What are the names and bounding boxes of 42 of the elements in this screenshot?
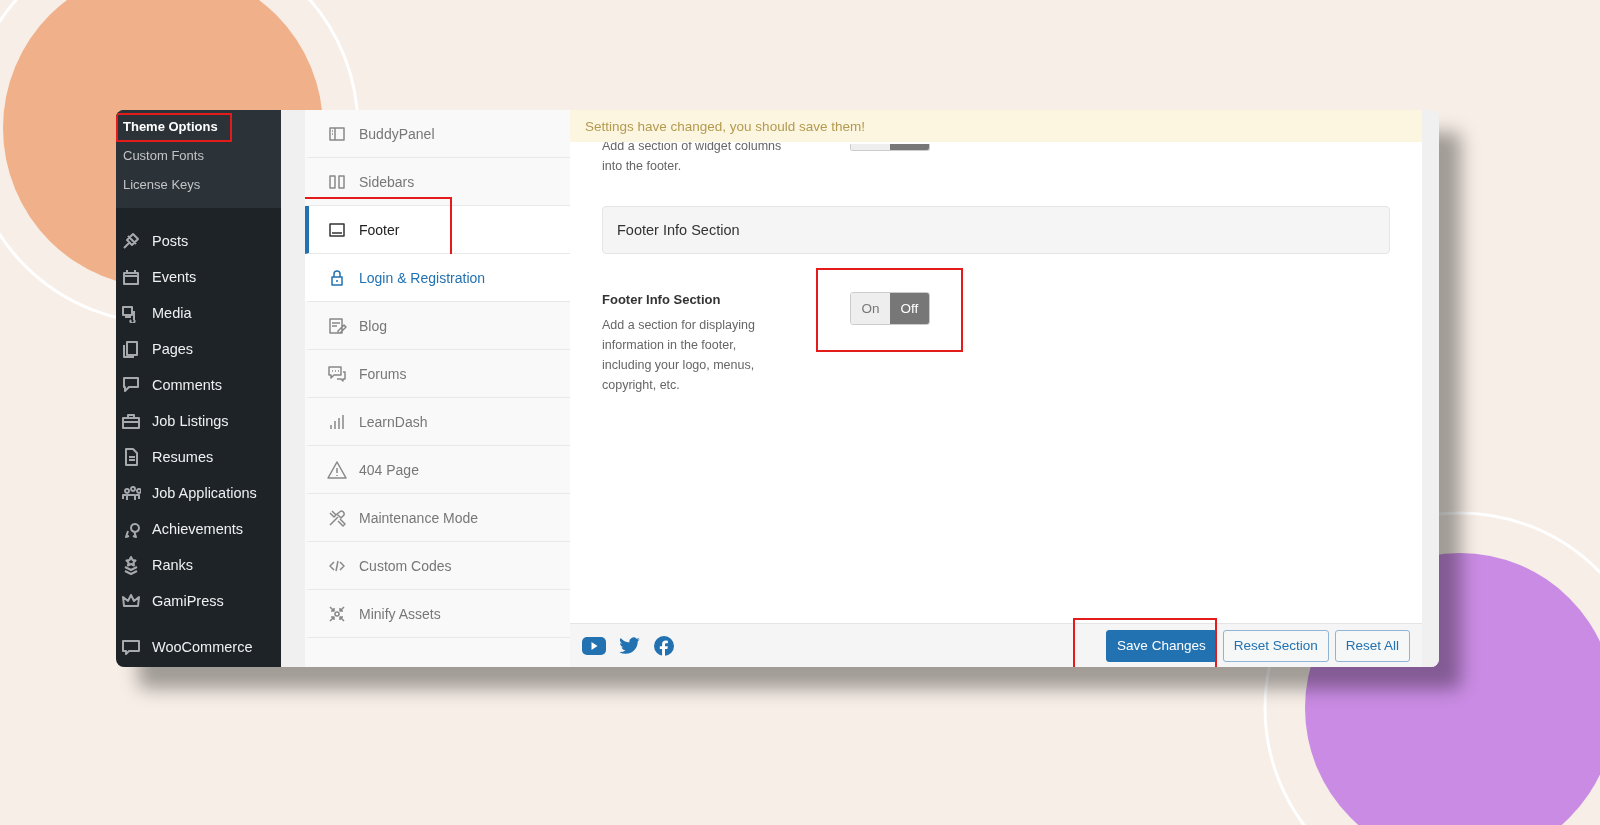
menu-item[interactable]: Pages bbox=[116, 331, 281, 367]
submenu-link[interactable]: Custom Fonts bbox=[116, 142, 218, 171]
menu-item[interactable]: Resumes bbox=[116, 439, 281, 475]
menu-item[interactable]: Job Applications bbox=[116, 475, 281, 511]
menu-item[interactable]: GamiPress bbox=[116, 583, 281, 619]
tools-icon bbox=[327, 507, 347, 528]
menu-item[interactable]: Posts bbox=[116, 223, 281, 259]
menu-item[interactable]: Comments bbox=[116, 367, 281, 403]
submenu-link[interactable]: Theme Options bbox=[116, 113, 232, 142]
toggle-on-option[interactable]: On bbox=[851, 293, 890, 324]
menu-item[interactable]: Achievements bbox=[116, 511, 281, 547]
field-title: Footer Info Section bbox=[602, 292, 722, 307]
people-icon bbox=[121, 483, 141, 503]
footer-button[interactable]: Save Changes bbox=[1106, 629, 1217, 662]
submenu-link[interactable]: License Keys bbox=[116, 171, 215, 200]
speech-bubble-icon bbox=[121, 637, 141, 657]
menu-item[interactable]: Events bbox=[116, 259, 281, 295]
toggle-switch[interactable] bbox=[850, 144, 930, 151]
comment-icon bbox=[121, 375, 141, 395]
menu-item[interactable]: Ranks bbox=[116, 547, 281, 583]
footer-button[interactable]: Reset All bbox=[1334, 629, 1410, 662]
field-description: Add a section for displaying information in the footer, including your logo, menus, copyright, etc. bbox=[602, 317, 756, 394]
pages-icon bbox=[121, 339, 141, 359]
menu-item[interactable]: WooCommerce bbox=[116, 629, 281, 665]
menu-item[interactable]: Job Listings bbox=[116, 403, 281, 439]
calendar-icon bbox=[121, 267, 141, 287]
facebook-icon[interactable] bbox=[654, 635, 674, 656]
footer-button[interactable]: Reset Section bbox=[1222, 629, 1329, 662]
toggle-off-option[interactable]: Off bbox=[890, 293, 929, 324]
twitter-icon[interactable] bbox=[619, 636, 641, 655]
briefcase-icon bbox=[121, 411, 141, 431]
nav-item[interactable]: Login & Registration bbox=[305, 254, 570, 302]
compress-icon bbox=[327, 603, 347, 624]
nav-item[interactable]: Footer bbox=[305, 206, 570, 254]
youtube-icon[interactable] bbox=[582, 636, 606, 655]
menu-item[interactable]: Media bbox=[116, 295, 281, 331]
notice-text: Settings have changed, you should save them! bbox=[585, 118, 865, 134]
chat-icon bbox=[327, 363, 347, 384]
blog-icon bbox=[327, 315, 347, 336]
heading-text: Footer Info Section bbox=[617, 222, 740, 238]
pin-icon bbox=[121, 231, 141, 251]
warning-icon bbox=[327, 459, 347, 480]
